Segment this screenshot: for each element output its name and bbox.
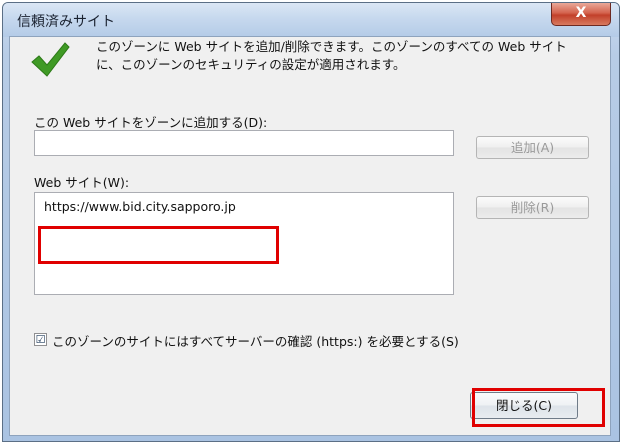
websites-list[interactable]: https://www.bid.city.sapporo.jp [34,192,454,295]
remove-button[interactable]: 削除(R) [476,196,589,219]
list-item[interactable]: https://www.bid.city.sapporo.jp [44,199,236,214]
websites-label: Web サイト(W): [34,175,130,190]
checkmark-icon [31,42,70,77]
info-message: このゾーンに Web サイトを追加/削除できます。このゾーンのすべての Web … [96,39,567,72]
window-close-button[interactable]: X [551,3,611,26]
https-checkbox-label[interactable]: このゾーンのサイトにはすべてサーバーの確認 (https:) を必要とする(S) [52,331,459,350]
dialog-title: 信頼済みサイト [17,14,115,30]
close-button[interactable]: 閉じる(C) [470,392,578,419]
title-bar[interactable]: 信頼済みサイト X [3,3,619,37]
add-button[interactable]: 追加(A) [476,136,589,159]
https-checkbox[interactable]: ☑ [34,333,47,346]
add-site-input[interactable] [34,130,454,156]
add-site-label: この Web サイトをゾーンに追加する(D): [34,115,268,130]
